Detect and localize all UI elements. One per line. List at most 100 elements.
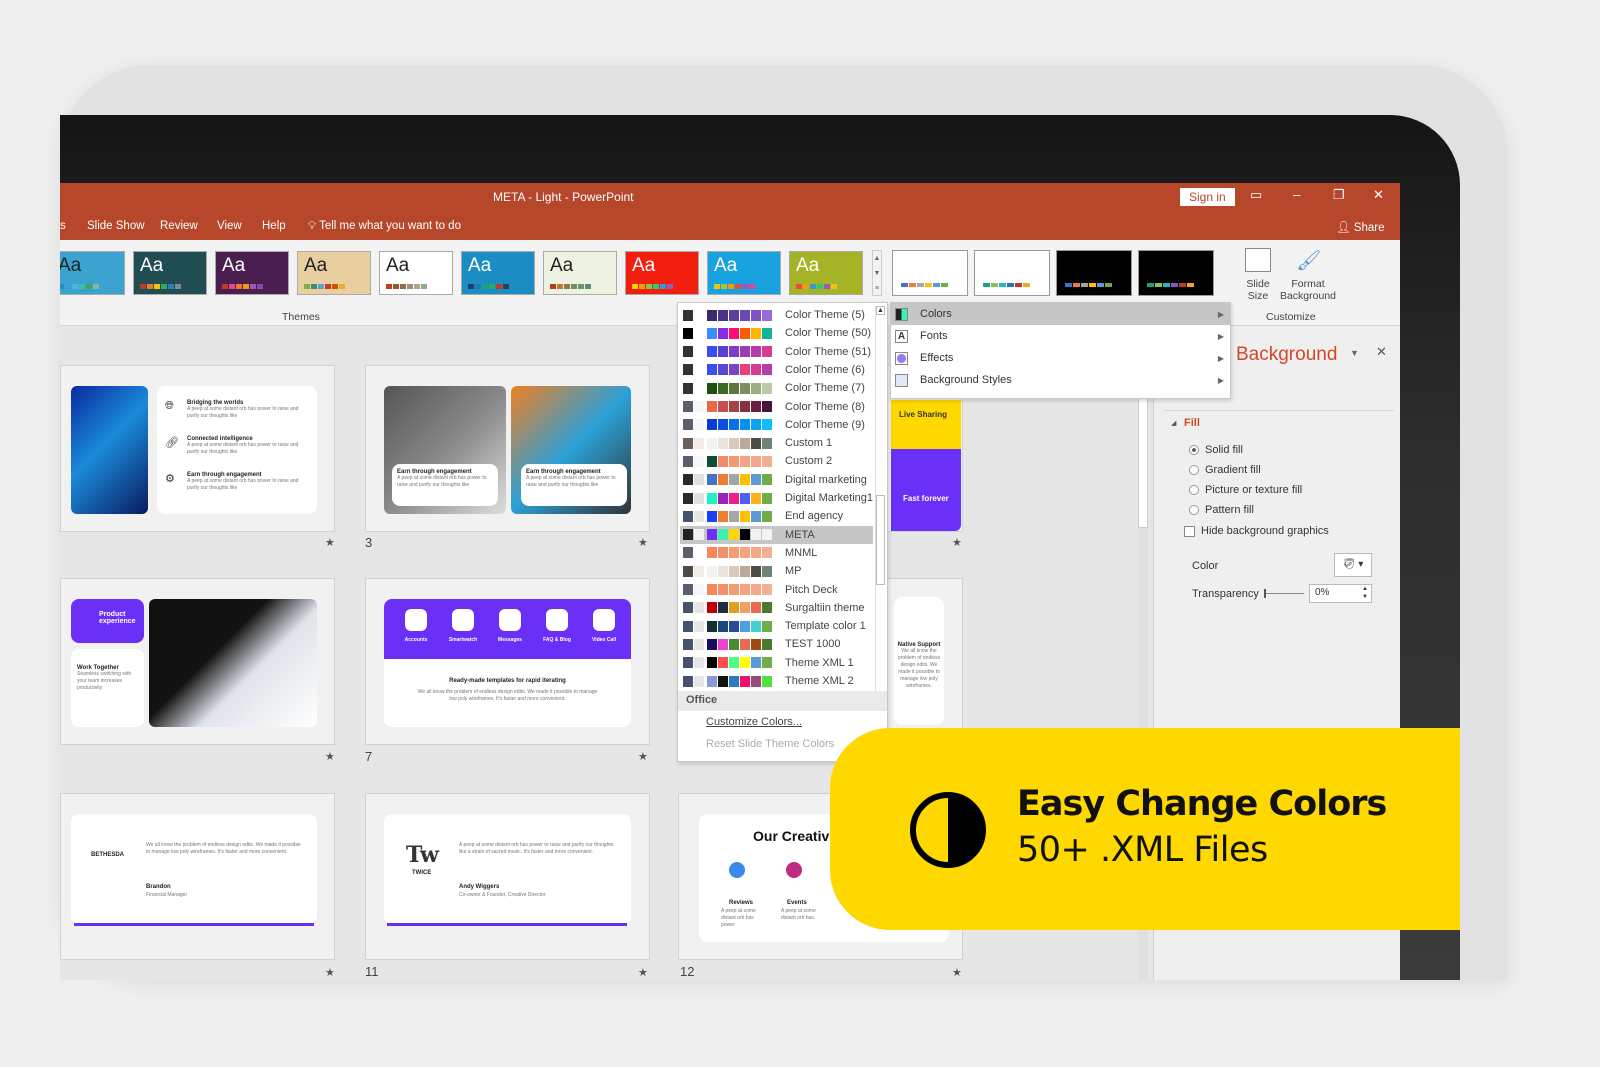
transparency-slider[interactable] xyxy=(1264,589,1304,598)
color-theme-item[interactable]: Digital Marketing1 xyxy=(680,489,873,507)
dropdown-scrollbar[interactable]: ▲ ▼ xyxy=(875,306,886,703)
theme-thumbnail[interactable]: Aa xyxy=(543,251,617,295)
theme-thumbnail[interactable]: Aa xyxy=(60,251,125,295)
color-theme-item[interactable]: Theme XML 1 xyxy=(680,654,873,672)
color-theme-item[interactable]: Color Theme (8) xyxy=(680,398,873,416)
pane-close-button[interactable]: ✕ xyxy=(1376,344,1387,360)
swatch xyxy=(740,382,750,394)
fill-option-radio[interactable]: Gradient fill xyxy=(1189,464,1261,476)
color-theme-item[interactable]: Theme XML 2 xyxy=(680,672,873,690)
swatch xyxy=(694,492,704,504)
slide-size-button[interactable]: Slide Size xyxy=(1240,278,1276,302)
swatch xyxy=(400,284,406,289)
minimize-button[interactable]: – xyxy=(1293,187,1300,202)
color-theme-item[interactable]: MP xyxy=(680,562,873,580)
collapse-triangle-icon[interactable]: ◢ xyxy=(1171,419,1176,427)
checkbox[interactable] xyxy=(1184,525,1195,537)
menu-item-colors[interactable]: Colors ▶ xyxy=(891,303,1230,325)
color-theme-item[interactable]: TEST 1000 xyxy=(680,635,873,653)
variant-thumbnail[interactable] xyxy=(892,250,968,296)
slide-thumbnail-10[interactable]: BETHESDA We all know the problem of endl… xyxy=(60,793,335,960)
theme-thumbnail[interactable]: Aa xyxy=(707,251,781,295)
theme-thumbnail[interactable]: Aa xyxy=(297,251,371,295)
accent-bar xyxy=(387,923,627,926)
color-theme-item[interactable]: End agency xyxy=(680,507,873,525)
color-picker-button[interactable]: 🪣︎ ▾ xyxy=(1334,553,1372,577)
sign-in-button[interactable]: Sign in xyxy=(1180,188,1235,206)
color-theme-item[interactable]: Color Theme (7) xyxy=(680,379,873,397)
color-theme-item[interactable]: Custom 2 xyxy=(680,452,873,470)
customize-colors-item[interactable]: Customize Colors... xyxy=(706,716,802,728)
color-theme-item[interactable]: Color Theme (50) xyxy=(680,324,873,342)
theme-thumbnail[interactable]: Aa xyxy=(789,251,863,295)
spinner-arrows-icon[interactable]: ▲ ▼ xyxy=(1362,585,1368,601)
gallery-scroll[interactable]: ▲ ▼ ≡ xyxy=(872,250,882,296)
theme-thumbnail[interactable]: Aa xyxy=(461,251,535,295)
color-theme-item[interactable]: Color Theme (51) xyxy=(680,343,873,361)
color-theme-item[interactable]: Custom 1 xyxy=(680,434,873,452)
color-theme-swatches xyxy=(683,547,775,559)
hide-background-graphics-checkbox[interactable]: Hide background graphics xyxy=(1184,525,1329,537)
tab-review[interactable]: Review xyxy=(160,220,198,232)
slide-thumbnail-11[interactable]: Tw TWICE A peep at some distant orb has … xyxy=(365,793,650,960)
fill-section-header[interactable]: Fill xyxy=(1184,417,1200,429)
color-theme-item[interactable]: Color Theme (9) xyxy=(680,416,873,434)
tell-me-box[interactable]: 💡︎ Tell me what you want to do xyxy=(308,220,461,233)
tab-help[interactable]: Help xyxy=(262,220,286,232)
ribbon-display-icon[interactable]: ▭ xyxy=(1250,187,1262,203)
swatch xyxy=(751,675,761,687)
slide-thumbnail-7[interactable]: Accounts Smartwatch Messages FAQ & Blog Vide… xyxy=(365,578,650,745)
scroll-thumb[interactable] xyxy=(876,495,885,585)
color-theme-item[interactable]: MNML xyxy=(680,544,873,562)
close-button[interactable]: ✕ xyxy=(1373,187,1384,203)
color-theme-swatches xyxy=(683,602,775,614)
restore-button[interactable]: ❐ xyxy=(1333,187,1345,203)
variant-thumbnail[interactable] xyxy=(1138,250,1214,296)
swatch xyxy=(639,284,645,289)
reset-slide-theme-colors-item[interactable]: Reset Slide Theme Colors xyxy=(706,738,834,750)
menu-item-background-styles[interactable]: Background Styles ▶ xyxy=(891,369,1230,391)
tab-transitions[interactable]: s xyxy=(60,220,66,232)
format-background-button[interactable]: Format Background xyxy=(1278,278,1338,302)
menu-item-effects[interactable]: Effects ▶ xyxy=(891,347,1230,369)
color-theme-item[interactable]: Surgaltiin theme xyxy=(680,599,873,617)
color-theme-item[interactable]: Color Theme (6) xyxy=(680,361,873,379)
tab-slide-show[interactable]: Slide Show xyxy=(87,220,145,232)
transparency-input[interactable]: 0% ▲ ▼ xyxy=(1309,584,1372,603)
swatch xyxy=(503,284,509,289)
swatch xyxy=(718,638,728,650)
share-button[interactable]: 👤︎ Share xyxy=(1336,220,1385,234)
slide-thumbnail-3[interactable]: Earn through engagement A peep at some di… xyxy=(365,365,650,532)
color-theme-item[interactable]: Digital marketing xyxy=(680,471,873,489)
theme-thumbnail[interactable]: Aa xyxy=(215,251,289,295)
menu-item-fonts[interactable]: A Fonts ▶ xyxy=(891,325,1230,347)
slider-thumb[interactable] xyxy=(1264,589,1266,598)
fill-option-radio[interactable]: Solid fill xyxy=(1189,444,1243,456)
slide-thumbnail-6[interactable]: Product experience Work Together Seamless… xyxy=(60,578,335,745)
fill-option-radio[interactable]: Pattern fill xyxy=(1189,504,1254,516)
theme-thumbnail[interactable]: Aa xyxy=(625,251,699,295)
swatch xyxy=(694,346,704,358)
radio-button[interactable] xyxy=(1189,465,1199,476)
fill-option-radio[interactable]: Picture or texture fill xyxy=(1189,484,1302,496)
swatch xyxy=(707,565,717,577)
theme-thumbnail[interactable]: Aa xyxy=(379,251,453,295)
color-theme-item[interactable]: META xyxy=(680,525,873,544)
scroll-up-icon[interactable]: ▲ xyxy=(876,306,885,315)
radio-button[interactable] xyxy=(1189,485,1199,496)
variant-thumbnail[interactable] xyxy=(974,250,1050,296)
slide-thumbnail-2[interactable]: 🌐︎ Bridging the worlds A peep at some dist… xyxy=(60,365,335,532)
swatch xyxy=(999,283,1006,287)
variant-thumbnail[interactable] xyxy=(1056,250,1132,296)
swatch xyxy=(718,327,728,339)
color-theme-item[interactable]: Color Theme (5) xyxy=(680,306,873,324)
theme-preview-text: Aa xyxy=(60,255,82,276)
pane-options-dropdown[interactable]: ▼ xyxy=(1350,348,1359,358)
radio-button[interactable] xyxy=(1189,505,1199,516)
color-theme-item[interactable]: Pitch Deck xyxy=(680,581,873,599)
fast-forever-card: Fast forever xyxy=(891,449,961,531)
color-theme-item[interactable]: Template color 1 xyxy=(680,617,873,635)
radio-button[interactable] xyxy=(1189,445,1199,456)
theme-thumbnail[interactable]: Aa xyxy=(133,251,207,295)
tab-view[interactable]: View xyxy=(217,220,242,232)
